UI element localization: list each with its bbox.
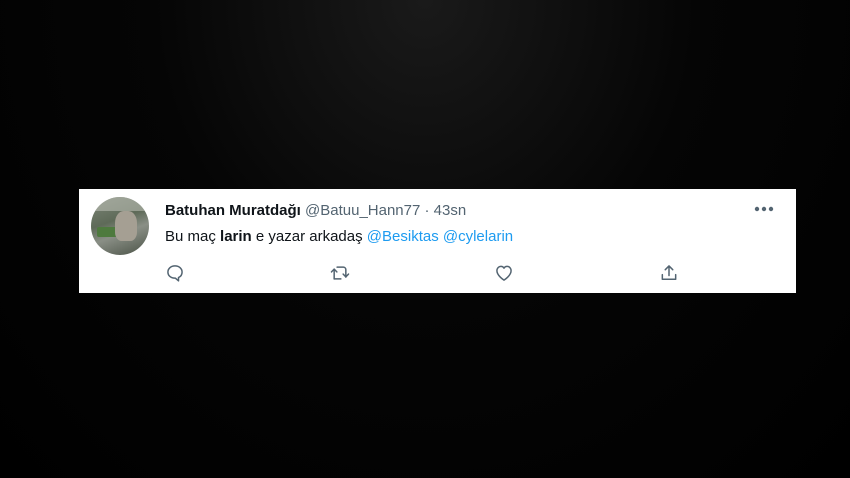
reply-button[interactable] <box>163 261 187 285</box>
avatar[interactable] <box>91 197 149 255</box>
more-options-button[interactable] <box>751 199 777 219</box>
mention-besiktas[interactable]: @Besiktas <box>367 228 439 245</box>
like-icon <box>496 265 512 281</box>
retweet-icon <box>330 266 350 280</box>
tweet-actions <box>79 261 796 285</box>
mention-cylelarin[interactable]: @cylelarin <box>443 228 513 245</box>
retweet-button[interactable] <box>328 261 352 285</box>
like-button[interactable] <box>492 261 516 285</box>
share-button[interactable] <box>657 261 681 285</box>
separator-dot: · <box>424 202 430 219</box>
tweet-text: Bu maç larin e yazar arkadaş @Besiktas @… <box>165 227 513 247</box>
avatar-image-person <box>115 211 137 241</box>
avatar-image-sky <box>91 197 149 211</box>
display-name[interactable]: Batuhan Muratdağı <box>165 202 301 219</box>
tweet-timestamp[interactable]: 43sn <box>434 202 467 219</box>
more-icon <box>754 206 774 212</box>
reply-icon <box>167 265 183 282</box>
share-icon <box>661 265 677 280</box>
tweet-text-part2: e yazar arkadaş <box>251 228 367 245</box>
tweet-text-part1: Bu maç <box>165 228 221 245</box>
user-handle[interactable]: @Batuu_Hann77 <box>305 202 420 219</box>
tweet-header: Batuhan Muratdağı @Batuu_Hann77 · 43sn <box>165 201 466 221</box>
tweet-text-bold: larin <box>220 228 252 245</box>
tweet-card[interactable]: Batuhan Muratdağı @Batuu_Hann77 · 43sn B… <box>79 189 796 293</box>
